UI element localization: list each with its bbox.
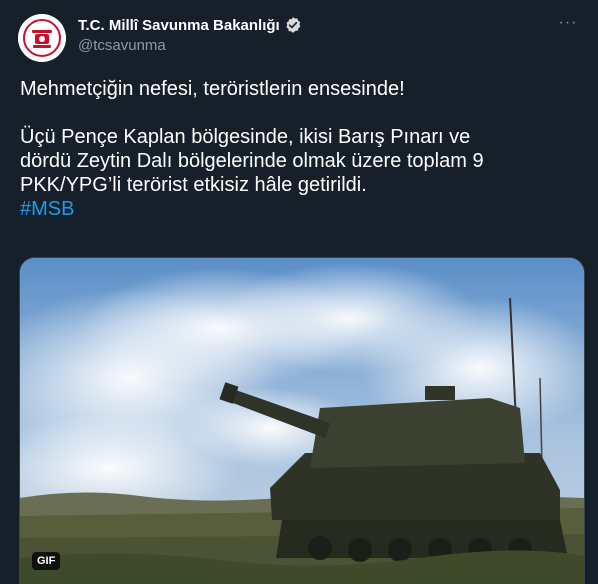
handle[interactable]: @tcsavunma [78, 37, 166, 54]
display-name[interactable]: T.C. Millî Savunma Bakanlığı [78, 17, 280, 34]
ministry-emblem-icon [18, 14, 66, 62]
tweet[interactable]: T.C. Millî Savunma Bakanlığı @tcsavunma … [0, 0, 598, 584]
hashtag-link[interactable]: #MSB [20, 198, 74, 220]
tweet-line-4: PKK/YPG’li terörist etkisiz hâle getiril… [20, 174, 367, 196]
tweet-line-1: Mehmetçiğin nefesi, teröristlerin ensesi… [20, 78, 405, 100]
verified-badge-icon [284, 16, 302, 34]
tweet-line-3: dördü Zeytin Dalı bölgelerinde olmak üze… [20, 150, 484, 172]
tweet-text: Mehmetçiğin nefesi, teröristlerin ensesi… [20, 77, 580, 221]
gif-badge: GIF [32, 552, 61, 570]
howitzer-firing-image [20, 258, 584, 584]
tweet-line-2: Üçü Pençe Kaplan bölgesinde, ikisi Barış… [20, 126, 471, 148]
avatar[interactable] [18, 14, 66, 62]
tweet-media[interactable]: GIF [19, 257, 585, 584]
author-row[interactable]: T.C. Millî Savunma Bakanlığı [78, 16, 302, 34]
more-horizontal-icon[interactable]: ··· [556, 14, 580, 34]
